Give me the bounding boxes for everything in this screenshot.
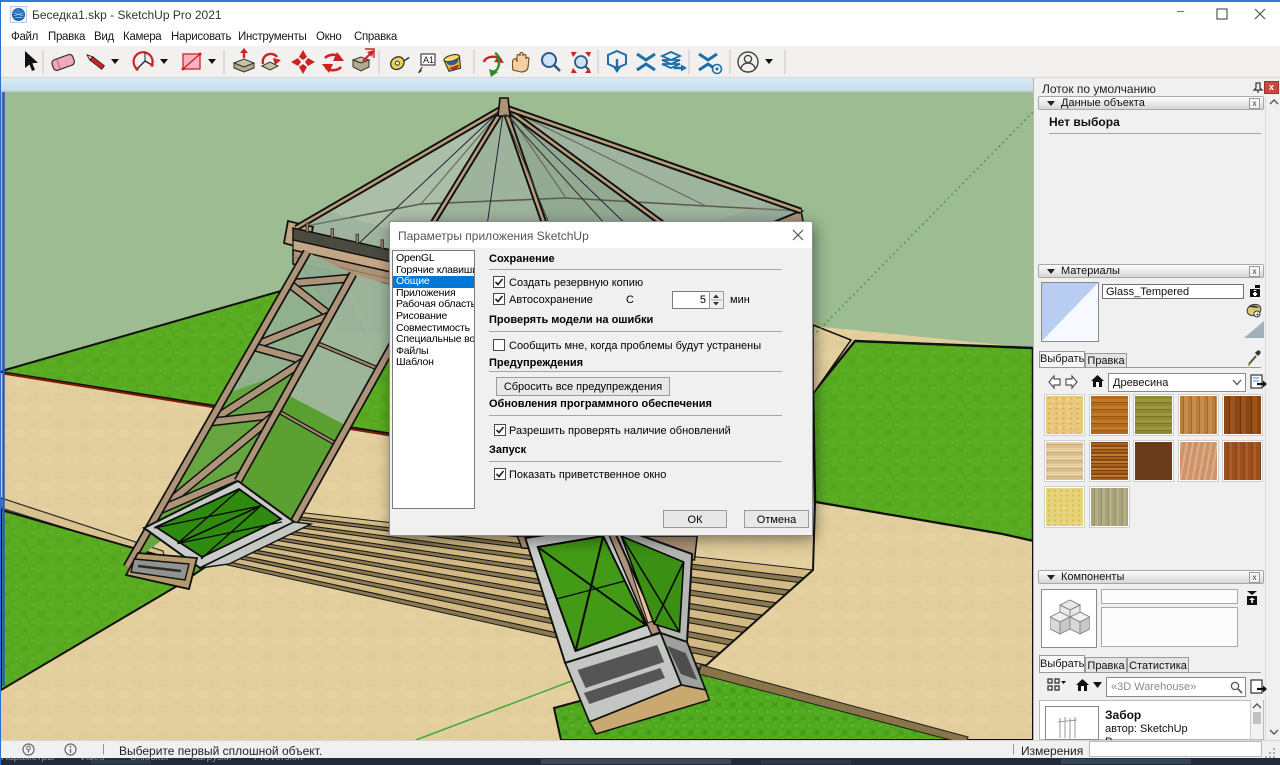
svg-text:+: + [1255, 312, 1259, 319]
svg-text:A1: A1 [423, 55, 434, 65]
